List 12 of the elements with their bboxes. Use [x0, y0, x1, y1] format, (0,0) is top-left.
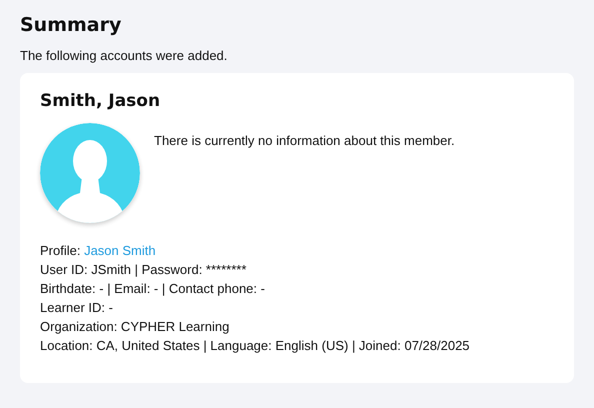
member-note: There is currently no information about this member. [154, 133, 455, 150]
page-subtitle: The following accounts were added. [20, 48, 228, 63]
page-title: Summary [20, 14, 122, 36]
profile-line: Profile: Jason Smith [40, 242, 157, 260]
avatar-icon [40, 123, 140, 223]
detail-line: Learner ID: - [40, 299, 114, 317]
profile-link[interactable]: Jason Smith [84, 243, 156, 258]
detail-line: Location: CA, United States | Language: English (US) | Joined: 07/28/2025 [40, 337, 471, 355]
member-name: Smith, Jason [40, 91, 162, 111]
detail-line: User ID: JSmith | Password: ******** [40, 261, 248, 279]
detail-line: Birthdate: - | Email: - | Contact phone: - [40, 280, 266, 298]
detail-line: Organization: CYPHER Learning [40, 318, 230, 336]
